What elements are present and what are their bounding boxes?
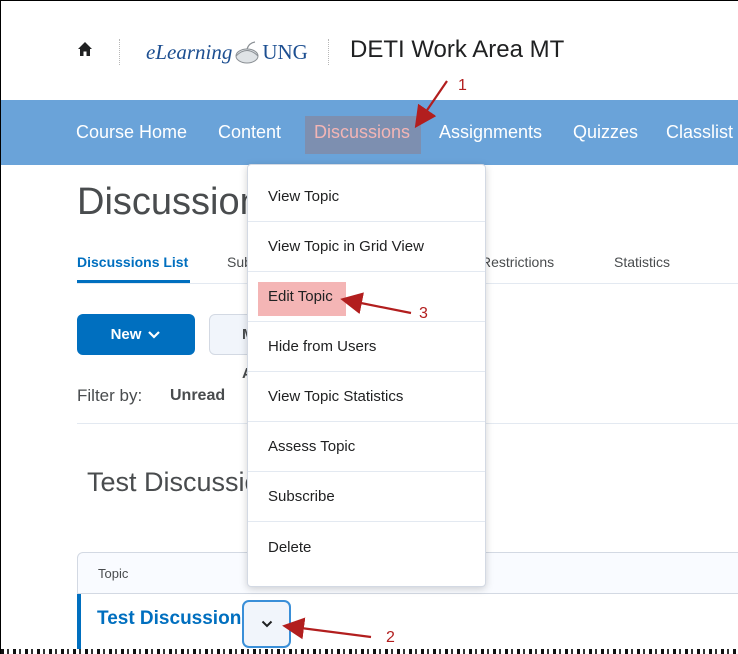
header-divider: [119, 39, 120, 65]
new-button[interactable]: New: [77, 314, 195, 355]
menu-item-delete[interactable]: Delete: [248, 522, 485, 572]
logo-prefix: eLearning: [146, 39, 233, 64]
menu-item-view-topic[interactable]: View Topic: [248, 172, 485, 222]
menu-item-label: View Topic in Grid View: [268, 238, 424, 255]
menu-item-label: Delete: [268, 538, 312, 556]
elearning-logo[interactable]: eLearning UNG: [146, 37, 308, 67]
menu-item-label: Assess Topic: [268, 438, 356, 455]
menu-item-view-statistics[interactable]: View Topic Statistics: [248, 372, 485, 422]
course-title[interactable]: DETI Work Area MT: [350, 36, 564, 64]
logo-suffix: UNG: [262, 39, 308, 64]
nav-discussions[interactable]: Discussions: [314, 100, 410, 165]
mouse-icon: [235, 41, 259, 64]
tab-discussions-list[interactable]: Discussions List: [77, 254, 188, 270]
menu-item-assess-topic[interactable]: Assess Topic: [248, 422, 485, 472]
chevron-down-icon: [261, 620, 272, 628]
menu-item-label: Edit Topic: [268, 288, 333, 305]
menu-item-label: View Topic Statistics: [268, 388, 404, 405]
menu-item-view-grid[interactable]: View Topic in Grid View: [248, 222, 485, 272]
menu-item-subscribe[interactable]: Subscribe: [248, 472, 485, 522]
tab-statistics[interactable]: Statistics: [614, 254, 670, 270]
active-tab-underline: [77, 280, 190, 283]
filter-unread[interactable]: Unread: [170, 387, 225, 405]
menu-item-label: Subscribe: [268, 488, 335, 505]
tab-restrictions[interactable]: Restrictions: [481, 254, 554, 270]
home-icon[interactable]: [77, 41, 93, 57]
site-header: eLearning UNG DETI Work Area MT: [1, 1, 738, 101]
header-divider: [328, 39, 329, 65]
cropped-edge-artifact: [1, 649, 738, 654]
topic-column-header: Topic: [98, 566, 129, 581]
menu-item-label: View Topic: [268, 188, 340, 205]
menu-item-hide-from-users[interactable]: Hide from Users: [248, 322, 485, 372]
nav-assignments[interactable]: Assignments: [439, 100, 542, 165]
menu-item-label: Hide from Users: [268, 338, 377, 355]
nav-course-home[interactable]: Course Home: [76, 100, 187, 165]
topic-link[interactable]: Test Discussion: [97, 608, 241, 630]
callout-step-3: 3: [419, 305, 428, 322]
nav-classlist[interactable]: Classlist: [666, 100, 733, 165]
nav-quizzes[interactable]: Quizzes: [573, 100, 638, 165]
topic-context-menu: View Topic View Topic in Grid View Edit …: [247, 164, 486, 587]
new-button-label: New: [110, 326, 142, 343]
menu-item-edit-topic[interactable]: Edit Topic: [248, 272, 485, 322]
chevron-down-icon: [148, 330, 161, 339]
filter-label: Filter by:: [77, 386, 143, 405]
callout-step-1: 1: [458, 77, 467, 94]
callout-step-2: 2: [386, 629, 395, 646]
topic-actions-button[interactable]: [242, 600, 291, 648]
screenshot-frame: eLearning UNG DETI Work Area MT Course H…: [0, 0, 738, 654]
nav-content[interactable]: Content: [218, 100, 281, 165]
